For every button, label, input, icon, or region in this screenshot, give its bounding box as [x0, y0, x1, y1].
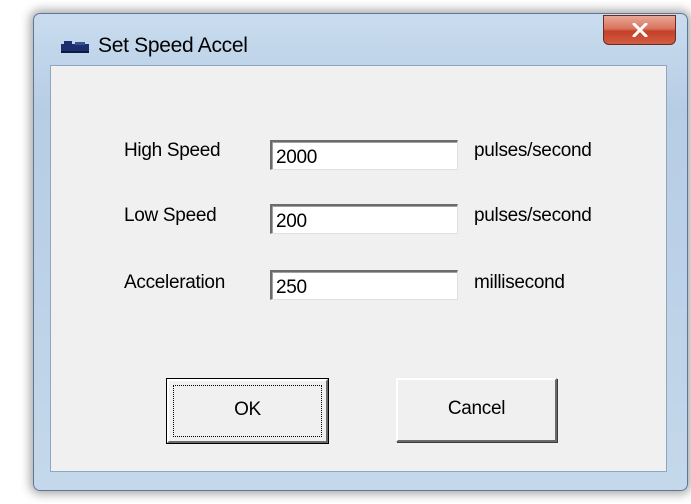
app-icon: [61, 41, 89, 53]
acceleration-input[interactable]: 250: [270, 270, 458, 300]
window-title: Set Speed Accel: [98, 34, 248, 57]
acceleration-label: Acceleration: [124, 272, 225, 293]
close-icon: [632, 23, 647, 37]
ok-button[interactable]: OK: [166, 378, 329, 444]
dialog-window: Set Speed Accel High Speed 2000 pulses/s…: [33, 13, 688, 491]
high-speed-label: High Speed: [124, 140, 221, 161]
dialog-client-area: High Speed 2000 pulses/second Low Speed …: [50, 65, 667, 472]
high-speed-input[interactable]: 2000: [270, 140, 458, 170]
ok-button-label: OK: [234, 399, 261, 420]
low-speed-label: Low Speed: [124, 205, 217, 226]
high-speed-unit: pulses/second: [474, 140, 592, 161]
cancel-button[interactable]: Cancel: [396, 378, 557, 442]
acceleration-unit: millisecond: [474, 272, 565, 293]
low-speed-unit: pulses/second: [474, 205, 592, 226]
cancel-button-label: Cancel: [447, 398, 506, 419]
low-speed-input[interactable]: 200: [270, 204, 458, 234]
close-button[interactable]: [603, 15, 676, 45]
title-bar[interactable]: Set Speed Accel: [34, 14, 687, 64]
